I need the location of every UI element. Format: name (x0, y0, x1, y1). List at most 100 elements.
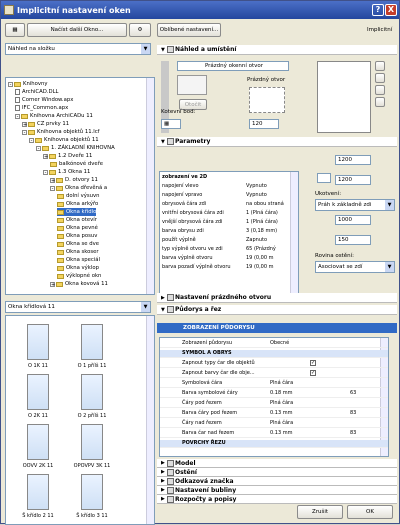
tree-item[interactable]: - Knihovny (8, 80, 48, 88)
parameter-row[interactable]: obrysová čára zdi na obou straná (162, 201, 292, 209)
gallery-item[interactable]: Š křídlo 2 11 (18, 474, 58, 524)
collapse-icon[interactable]: - (43, 169, 48, 175)
floorplan-row[interactable]: Symbolová čára Plná čára (160, 380, 388, 388)
tree-item[interactable]: Okna speciál (57, 256, 100, 264)
gallery-item[interactable]: OPOVPV 3K 11 (72, 424, 112, 474)
collapse-icon[interactable]: - (50, 185, 55, 191)
tree-item[interactable]: - Okna dřevěná a (50, 184, 107, 192)
expand-icon[interactable]: + (22, 121, 27, 127)
expand-icon[interactable]: + (43, 153, 48, 159)
collapsed-section-header[interactable]: ▶ Ostění (157, 468, 397, 477)
tree-item[interactable]: Okna arkýřo (57, 200, 98, 208)
parameter-row[interactable]: typ výplně otvoru ve zdi 65 (Prázdný (162, 246, 292, 254)
gallery-folder-combo[interactable]: Okna křídlová 11 ▼ (5, 301, 151, 313)
floorplan-row[interactable]: POVRCHY ŘEZU (160, 440, 388, 448)
parameter-row[interactable]: vnější obrysová čára zdi 1 (Plná čára) (162, 219, 292, 227)
section-empty-opening-header[interactable]: ▶ Nastavení prázdného otvoru (157, 293, 397, 303)
collapsed-section-header[interactable]: ▶ Model (157, 459, 397, 468)
tree-item[interactable]: - 1.3 Okna 11 (43, 168, 90, 176)
floorplan-display-group[interactable]: ZOBRAZENÍ PŮDORYSU (157, 323, 397, 333)
width-field[interactable]: 1200 (335, 155, 371, 165)
tree-item[interactable]: dolní výsuvn (57, 192, 99, 200)
plan-view-icon[interactable] (375, 61, 385, 71)
floorplan-row[interactable]: Čáry nad řezem Plná čára (160, 420, 388, 428)
floorplan-row[interactable]: Barva čáry pod řezem 0.13 mm 83 (160, 410, 388, 418)
sill-height-field[interactable]: 1000 (335, 215, 371, 225)
tree-item[interactable]: Okna se dve (57, 240, 99, 248)
checkbox[interactable]: ✓ (310, 360, 316, 366)
view-toggle-button[interactable]: ▦ (5, 23, 25, 37)
tree-item[interactable]: - Knihovna objektů 11 (29, 136, 99, 144)
floorplan-row[interactable]: Čáry pod řezem Plná čára (160, 400, 388, 408)
section-parameters-header[interactable]: ▼ Parametry (157, 137, 397, 147)
floorplan-row[interactable]: Zapnout typy čar dle objektů ✓ (160, 360, 388, 368)
tree-item[interactable]: - Knihovna ArchiCADu 11 (15, 112, 93, 120)
section-view-icon[interactable] (375, 73, 385, 83)
tree-item[interactable]: + D. otvory 11 (50, 176, 98, 184)
library-tree[interactable]: - Knihovny ArchiCAD.DLL Corner Window.apx IF… (5, 77, 155, 295)
tree-item[interactable]: - Knihovna objektů 11.lcf (22, 128, 100, 136)
floorplan-row[interactable]: Zobrazení půdorysu Obecné (160, 340, 388, 348)
floorplan-row[interactable]: Barva čar nad řezem 0.13 mm 83 (160, 430, 388, 438)
gallery-item[interactable]: O 2 přílš 11 (72, 374, 112, 424)
tree-scrollbar[interactable] (146, 78, 154, 294)
collapse-icon[interactable]: - (29, 137, 34, 143)
collapse-icon[interactable]: - (22, 129, 27, 135)
settings-menu-button[interactable]: ⚙ (129, 23, 151, 37)
depth-field[interactable]: 150 (335, 235, 371, 245)
reveal-combo[interactable]: Asociovat se zdí ▼ (315, 261, 395, 273)
gallery-item[interactable]: Š křídlo 3 11 (72, 474, 112, 524)
tree-item[interactable]: + Okna kovová 11 (50, 280, 108, 288)
collapse-icon[interactable]: - (15, 113, 20, 119)
close-button[interactable]: X (385, 4, 397, 16)
parameter-list[interactable]: zobrazení ve 2D napojení vlevo Vypnuto napo… (159, 171, 299, 295)
anchor-offset-field[interactable]: 120 (249, 119, 279, 129)
parameter-row[interactable]: použít výplně Zapnuto (162, 237, 292, 245)
cancel-button[interactable]: Zrušit (297, 505, 343, 519)
expand-icon[interactable]: + (50, 281, 55, 287)
floorplan-row[interactable]: SYMBOL A OBRYS (160, 350, 388, 358)
view-folder-combo[interactable]: Náhled na složku ▼ (5, 43, 151, 55)
tree-item[interactable]: Okna křídlo (57, 208, 97, 216)
parameter-row[interactable]: napojení vlevo Vypnuto (162, 183, 292, 191)
height-field[interactable]: 1200 (335, 175, 371, 185)
anchoring-combo[interactable]: Práh k základně zdi ▼ (315, 199, 395, 211)
object-gallery[interactable]: O 1K 11 O 1 přílš 11 O 2K 11 O 2 přílš 11 OO… (5, 315, 155, 525)
3d-view-icon[interactable] (375, 85, 385, 95)
collapsed-section-header[interactable]: ▶ Rozpočty a popisy (157, 495, 397, 504)
expand-icon[interactable]: + (50, 177, 55, 183)
checkbox[interactable]: ✓ (310, 370, 316, 376)
floorplan-table[interactable]: Zobrazení půdorysu Obecné SYMBOL A OBRYS Za… (159, 337, 389, 457)
parameter-row[interactable]: barva výplně otvoru 19 (0,00 m (162, 255, 292, 263)
elevation-view-icon[interactable] (375, 97, 385, 107)
parameter-row[interactable]: vnitřní obrysová čára zdi 1 (Plná čára) (162, 210, 292, 218)
parameter-row[interactable]: zobrazení ve 2D (162, 174, 292, 182)
collapse-icon[interactable]: - (36, 145, 41, 151)
tree-item[interactable]: + CZ prvky 11 (22, 120, 69, 128)
gallery-item[interactable]: O 2K 11 (18, 374, 58, 424)
tree-item[interactable]: +1.2 Dveře 11 (43, 152, 92, 160)
help-button[interactable]: ? (372, 4, 384, 16)
tree-item[interactable]: výklopné okn (57, 272, 101, 280)
tree-item[interactable]: Okna skoser (57, 248, 99, 256)
gallery-scrollbar[interactable] (146, 316, 154, 524)
favorites-button[interactable]: Oblíbené nastavení... (157, 23, 221, 37)
section-floorplan-header[interactable]: ▼ Půdorys a řez (157, 305, 397, 315)
tree-item[interactable]: - 1. ZÁKLADNÍ KNIHOVNA (36, 144, 115, 152)
parameter-row[interactable]: napojení vpravo Vypnuto (162, 192, 292, 200)
ok-button[interactable]: OK (347, 505, 393, 519)
load-other-button[interactable]: Načíst další Okno... (27, 23, 127, 37)
parameter-row[interactable]: barva pozadí výplně otvoru 19 (0,00 m (162, 264, 292, 272)
tree-item[interactable]: Corner Window.apx (15, 96, 73, 104)
tree-item[interactable]: IFC_Common.apx (15, 104, 68, 112)
tree-item[interactable]: Okna výklop (57, 264, 99, 272)
tree-item[interactable]: ArchiCAD.DLL (15, 88, 59, 96)
floorplan-row[interactable]: Barva symbolové čáry 0.18 mm 63 (160, 390, 388, 398)
parameter-row[interactable]: barva obrysu zdi 3 (0,18 mm) (162, 228, 292, 236)
tree-item[interactable]: Okna otevír (57, 216, 97, 224)
tree-item[interactable]: Okna pevné (57, 224, 98, 232)
collapse-icon[interactable]: - (8, 81, 13, 87)
tree-item[interactable]: balkónové dveře (50, 160, 103, 168)
floorplan-row[interactable]: Zapnout barvy čar dle obje... ✓ (160, 370, 388, 378)
gallery-item[interactable]: OOVV 2K 11 (18, 424, 58, 474)
